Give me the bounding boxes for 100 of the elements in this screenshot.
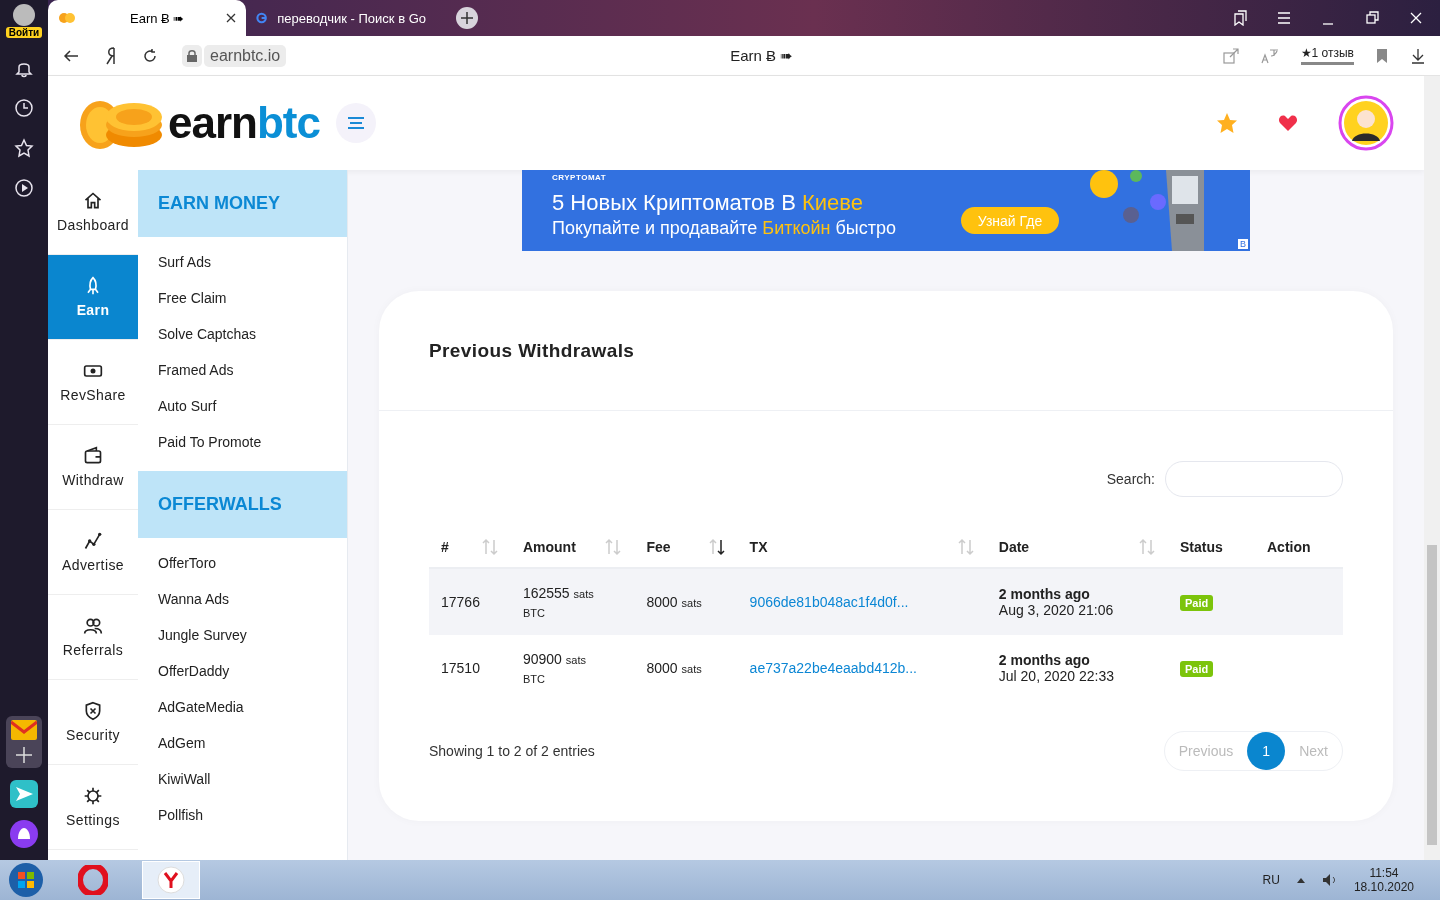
clock-icon[interactable] — [14, 98, 34, 118]
search-field[interactable] — [1165, 461, 1343, 497]
clock-date[interactable]: 18.10.2020 — [1353, 880, 1414, 894]
column-header[interactable]: Action — [1267, 539, 1311, 555]
profile-icon[interactable] — [13, 4, 35, 26]
ad-headline: 5 Новых Криптоматов В Киеве — [552, 190, 863, 216]
google-icon — [256, 10, 268, 26]
menu-link[interactable]: OfferToro — [138, 545, 347, 581]
browser-tab[interactable]: Earn Ƀ ➠ — [48, 0, 246, 36]
page-button[interactable]: 1 — [1247, 732, 1286, 770]
column-header[interactable]: Status — [1180, 539, 1223, 555]
shield-icon — [83, 701, 103, 721]
tx-link[interactable]: ae737a22be4eaabd412b... — [749, 660, 917, 676]
currency-label: BTC — [522, 607, 546, 619]
relative-date: 2 months ago — [998, 586, 1091, 602]
search-label: Search: — [1106, 471, 1155, 487]
menu-link[interactable]: Auto Surf — [138, 388, 347, 424]
ad-subline: Покупайте и продавайте Биткойн быстро — [552, 218, 897, 239]
avatar-icon[interactable] — [1338, 95, 1394, 151]
tray-arrow-icon[interactable] — [1295, 876, 1306, 884]
menu-link[interactable]: AdGateMedia — [138, 689, 347, 725]
speaker-icon[interactable] — [1321, 873, 1338, 887]
ad-banner[interactable]: CRYPTOMAT 5 Новых Криптоматов В Киеве Покупайте и продавайте Биткойн быстро Узнай Где B — [522, 170, 1250, 251]
column-header[interactable]: Date — [998, 539, 1030, 555]
fee-value: 8000 sats — [646, 594, 702, 610]
yandex-icon[interactable] — [104, 45, 118, 66]
date-value: Jul 20, 2020 22:33 — [998, 668, 1114, 684]
column-header[interactable]: TX — [749, 539, 768, 555]
star-icon[interactable] — [14, 138, 34, 158]
translate-icon[interactable] — [1260, 47, 1279, 64]
card-title: Previous Withdrawals — [429, 339, 635, 362]
add-icon — [461, 12, 473, 24]
add-icon[interactable] — [15, 746, 33, 764]
coins-icon — [58, 12, 76, 24]
menu-link[interactable]: Paid To Promote — [138, 424, 347, 460]
ad-brand: CRYPTOMAT — [552, 173, 607, 182]
new-tab-button[interactable] — [456, 7, 478, 29]
menu-link[interactable]: Wanna Ads — [138, 581, 347, 617]
nav-item[interactable]: Earn — [48, 255, 138, 340]
status-badge: Paid — [1180, 661, 1214, 677]
close-icon[interactable] — [226, 13, 236, 23]
browser-tab[interactable]: переводчик - Поиск в Go — [246, 0, 436, 36]
send-icon[interactable] — [10, 780, 38, 808]
share-icon[interactable] — [1222, 47, 1239, 64]
menu-link[interactable]: Framed Ads — [138, 352, 347, 388]
page-title: Earn Ƀ ➠ — [730, 46, 794, 65]
menu-link[interactable]: Jungle Survey — [138, 617, 347, 653]
assistant-icon[interactable] — [10, 820, 38, 848]
entries-info: Showing 1 to 2 of 2 entries — [429, 743, 595, 759]
bookmark-icon[interactable] — [1376, 47, 1388, 64]
amount-value: 90900 sats — [522, 651, 586, 667]
column-header[interactable]: Fee — [646, 539, 671, 555]
currency-label: BTC — [522, 673, 546, 685]
status-badge: Paid — [1180, 595, 1214, 611]
download-icon[interactable] — [1410, 47, 1426, 64]
wallet-icon — [83, 446, 103, 466]
menu-link[interactable]: OfferDaddy — [138, 653, 347, 689]
star-icon[interactable] — [1216, 112, 1238, 134]
start-button[interactable] — [8, 862, 44, 898]
home-icon — [83, 191, 103, 211]
lock-icon[interactable] — [182, 44, 202, 67]
language-indicator[interactable]: RU — [1262, 873, 1280, 887]
section-heading: EARN MONEY — [138, 170, 347, 237]
yandex-taskbar-icon[interactable] — [142, 861, 200, 899]
scrollbar[interactable] — [1424, 76, 1440, 860]
collections-icon[interactable] — [1232, 10, 1248, 26]
reload-icon[interactable] — [142, 47, 158, 64]
play-icon[interactable] — [14, 178, 34, 198]
review-link[interactable]: ★1 отзыв — [1300, 46, 1354, 65]
section-heading: OFFERWALLS — [138, 471, 347, 538]
menu-link[interactable]: Free Claim — [138, 280, 347, 316]
table-cell: 17510 — [441, 660, 480, 676]
column-header[interactable]: # — [441, 539, 449, 555]
mail-icon[interactable] — [11, 720, 37, 740]
amount-value: 162555 sats — [522, 585, 594, 601]
login-label[interactable]: Войти — [5, 27, 43, 38]
chart-icon — [83, 531, 103, 551]
clock-time[interactable]: 11:54 — [1369, 866, 1399, 880]
menu-icon[interactable] — [1276, 10, 1292, 26]
address-field[interactable]: earnbtc.io — [204, 44, 287, 67]
date-value: Aug 3, 2020 21:06 — [998, 602, 1114, 618]
close-icon[interactable] — [1408, 10, 1424, 26]
restore-icon[interactable] — [1364, 10, 1380, 26]
menu-link[interactable]: AdGem — [138, 725, 347, 761]
tx-link[interactable]: 9066de81b048ac1f4d0f... — [749, 594, 909, 610]
gear-icon — [83, 786, 103, 806]
ad-mark[interactable]: B — [1238, 239, 1248, 249]
menu-link[interactable]: Pollfish — [138, 797, 347, 833]
users-icon — [83, 616, 103, 636]
menu-button[interactable] — [335, 103, 376, 143]
heart-icon[interactable] — [1278, 114, 1298, 132]
sort-icon[interactable] — [707, 538, 726, 556]
menu-link[interactable]: Solve Captchas — [138, 316, 347, 352]
column-header[interactable]: Amount — [522, 539, 576, 555]
fee-value: 8000 sats — [646, 660, 702, 676]
table-cell: 17766 — [441, 594, 480, 610]
logo-text[interactable]: earnbtc — [168, 98, 320, 148]
menu-link[interactable]: Surf Ads — [138, 244, 347, 280]
menu-link[interactable]: KiwiWall — [138, 761, 347, 797]
menu-icon — [346, 117, 365, 129]
